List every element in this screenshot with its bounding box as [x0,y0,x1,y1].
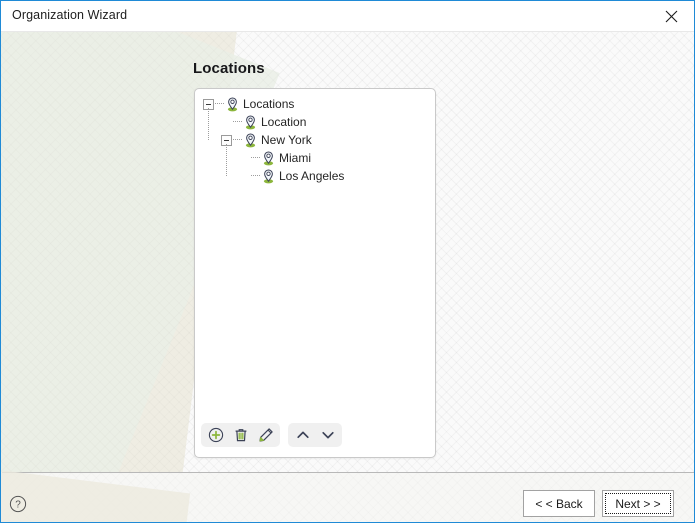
chevron-down-icon [320,427,336,443]
delete-location-button[interactable] [228,424,253,446]
locations-panel: Locations Location New York Miami Los Angele… [194,88,436,458]
page-title: Locations [193,60,265,77]
back-button-label: < < Back [535,496,583,511]
tree-guide-line [226,144,227,176]
chevron-up-icon [295,427,311,443]
tree-connector-line [251,157,260,159]
wizard-content-area: Locations Locations Location New York Miami… [1,32,694,472]
tree-node-new-york[interactable]: New York [195,131,435,149]
tree-connector-line [233,121,242,123]
location-pin-icon [262,168,275,184]
tree-toolbar [195,413,435,457]
reorder-button-group [288,423,342,447]
add-location-button[interactable] [203,424,228,446]
organization-wizard-window: Organization Wizard Locations Locations L… [0,0,695,523]
plus-circle-icon [208,427,224,443]
next-button-label: Next > > [615,496,661,511]
edit-location-button[interactable] [253,424,278,446]
tree-connector-line [233,139,242,141]
tree-node-label: Location [261,115,307,129]
decorative-footer-band [1,463,191,522]
window-title: Organization Wizard [12,8,128,22]
tree-node-label: Miami [279,151,311,165]
tree-node-miami[interactable]: Miami [195,149,435,167]
tree-connector-line [215,103,224,105]
location-pin-icon [262,150,275,166]
question-circle-icon[interactable]: ? [9,495,27,513]
location-pin-icon [226,96,239,112]
location-pin-icon [244,132,257,148]
tree-guide-line [208,108,209,140]
location-pin-icon [244,114,257,130]
svg-text:?: ? [15,500,21,511]
locations-tree[interactable]: Locations Location New York Miami Los Angele… [195,95,435,413]
close-icon[interactable] [649,1,694,31]
tree-node-label: Locations [243,97,295,111]
pencil-icon [258,427,274,443]
tree-node-locations[interactable]: Locations [195,95,435,113]
trash-icon [233,427,249,443]
tree-connector-line [251,175,260,177]
tree-node-label: New York [261,133,312,147]
move-up-button[interactable] [290,424,315,446]
wizard-footer: ? < < Back Next > > [1,463,694,522]
tree-node-location[interactable]: Location [195,113,435,131]
tree-node-los-angeles[interactable]: Los Angeles [195,167,435,185]
tree-node-label: Los Angeles [279,169,345,183]
edit-button-group [201,423,280,447]
back-button[interactable]: < < Back [523,490,595,517]
title-bar: Organization Wizard [1,1,694,32]
move-down-button[interactable] [315,424,340,446]
next-button[interactable]: Next > > [602,490,674,517]
